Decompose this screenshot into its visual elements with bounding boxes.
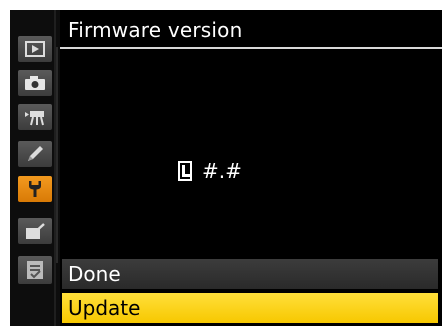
firmware-version-value: #.#: [202, 159, 242, 183]
camera-menu-screen: Firmware version #.# Done Update: [10, 10, 442, 326]
l-firmware-icon: [178, 161, 192, 181]
title-rule: [60, 47, 442, 49]
content-border: [56, 47, 58, 263]
camera-icon: [25, 76, 45, 90]
retouch-icon: [26, 223, 45, 239]
pencil-icon: [28, 146, 43, 161]
tab-setup[interactable]: [18, 176, 52, 202]
tab-custom-settings[interactable]: [18, 141, 52, 167]
wrench-icon: [29, 181, 41, 197]
page-title: Firmware version: [68, 18, 243, 42]
my-menu-icon: [27, 261, 43, 279]
firmware-version-display: #.#: [178, 160, 242, 182]
menu-tabs-sidebar: [10, 10, 60, 326]
playback-icon: [25, 41, 45, 57]
tab-movie-shooting[interactable]: [18, 104, 52, 130]
tab-playback[interactable]: [18, 36, 52, 62]
movie-icon: [25, 111, 44, 126]
tab-my-menu[interactable]: [18, 256, 52, 284]
tab-retouch[interactable]: [18, 218, 52, 244]
menu-item-done[interactable]: Done: [62, 259, 438, 289]
menu-item-update[interactable]: Update: [62, 293, 438, 323]
tab-photo-shooting[interactable]: [18, 70, 52, 96]
